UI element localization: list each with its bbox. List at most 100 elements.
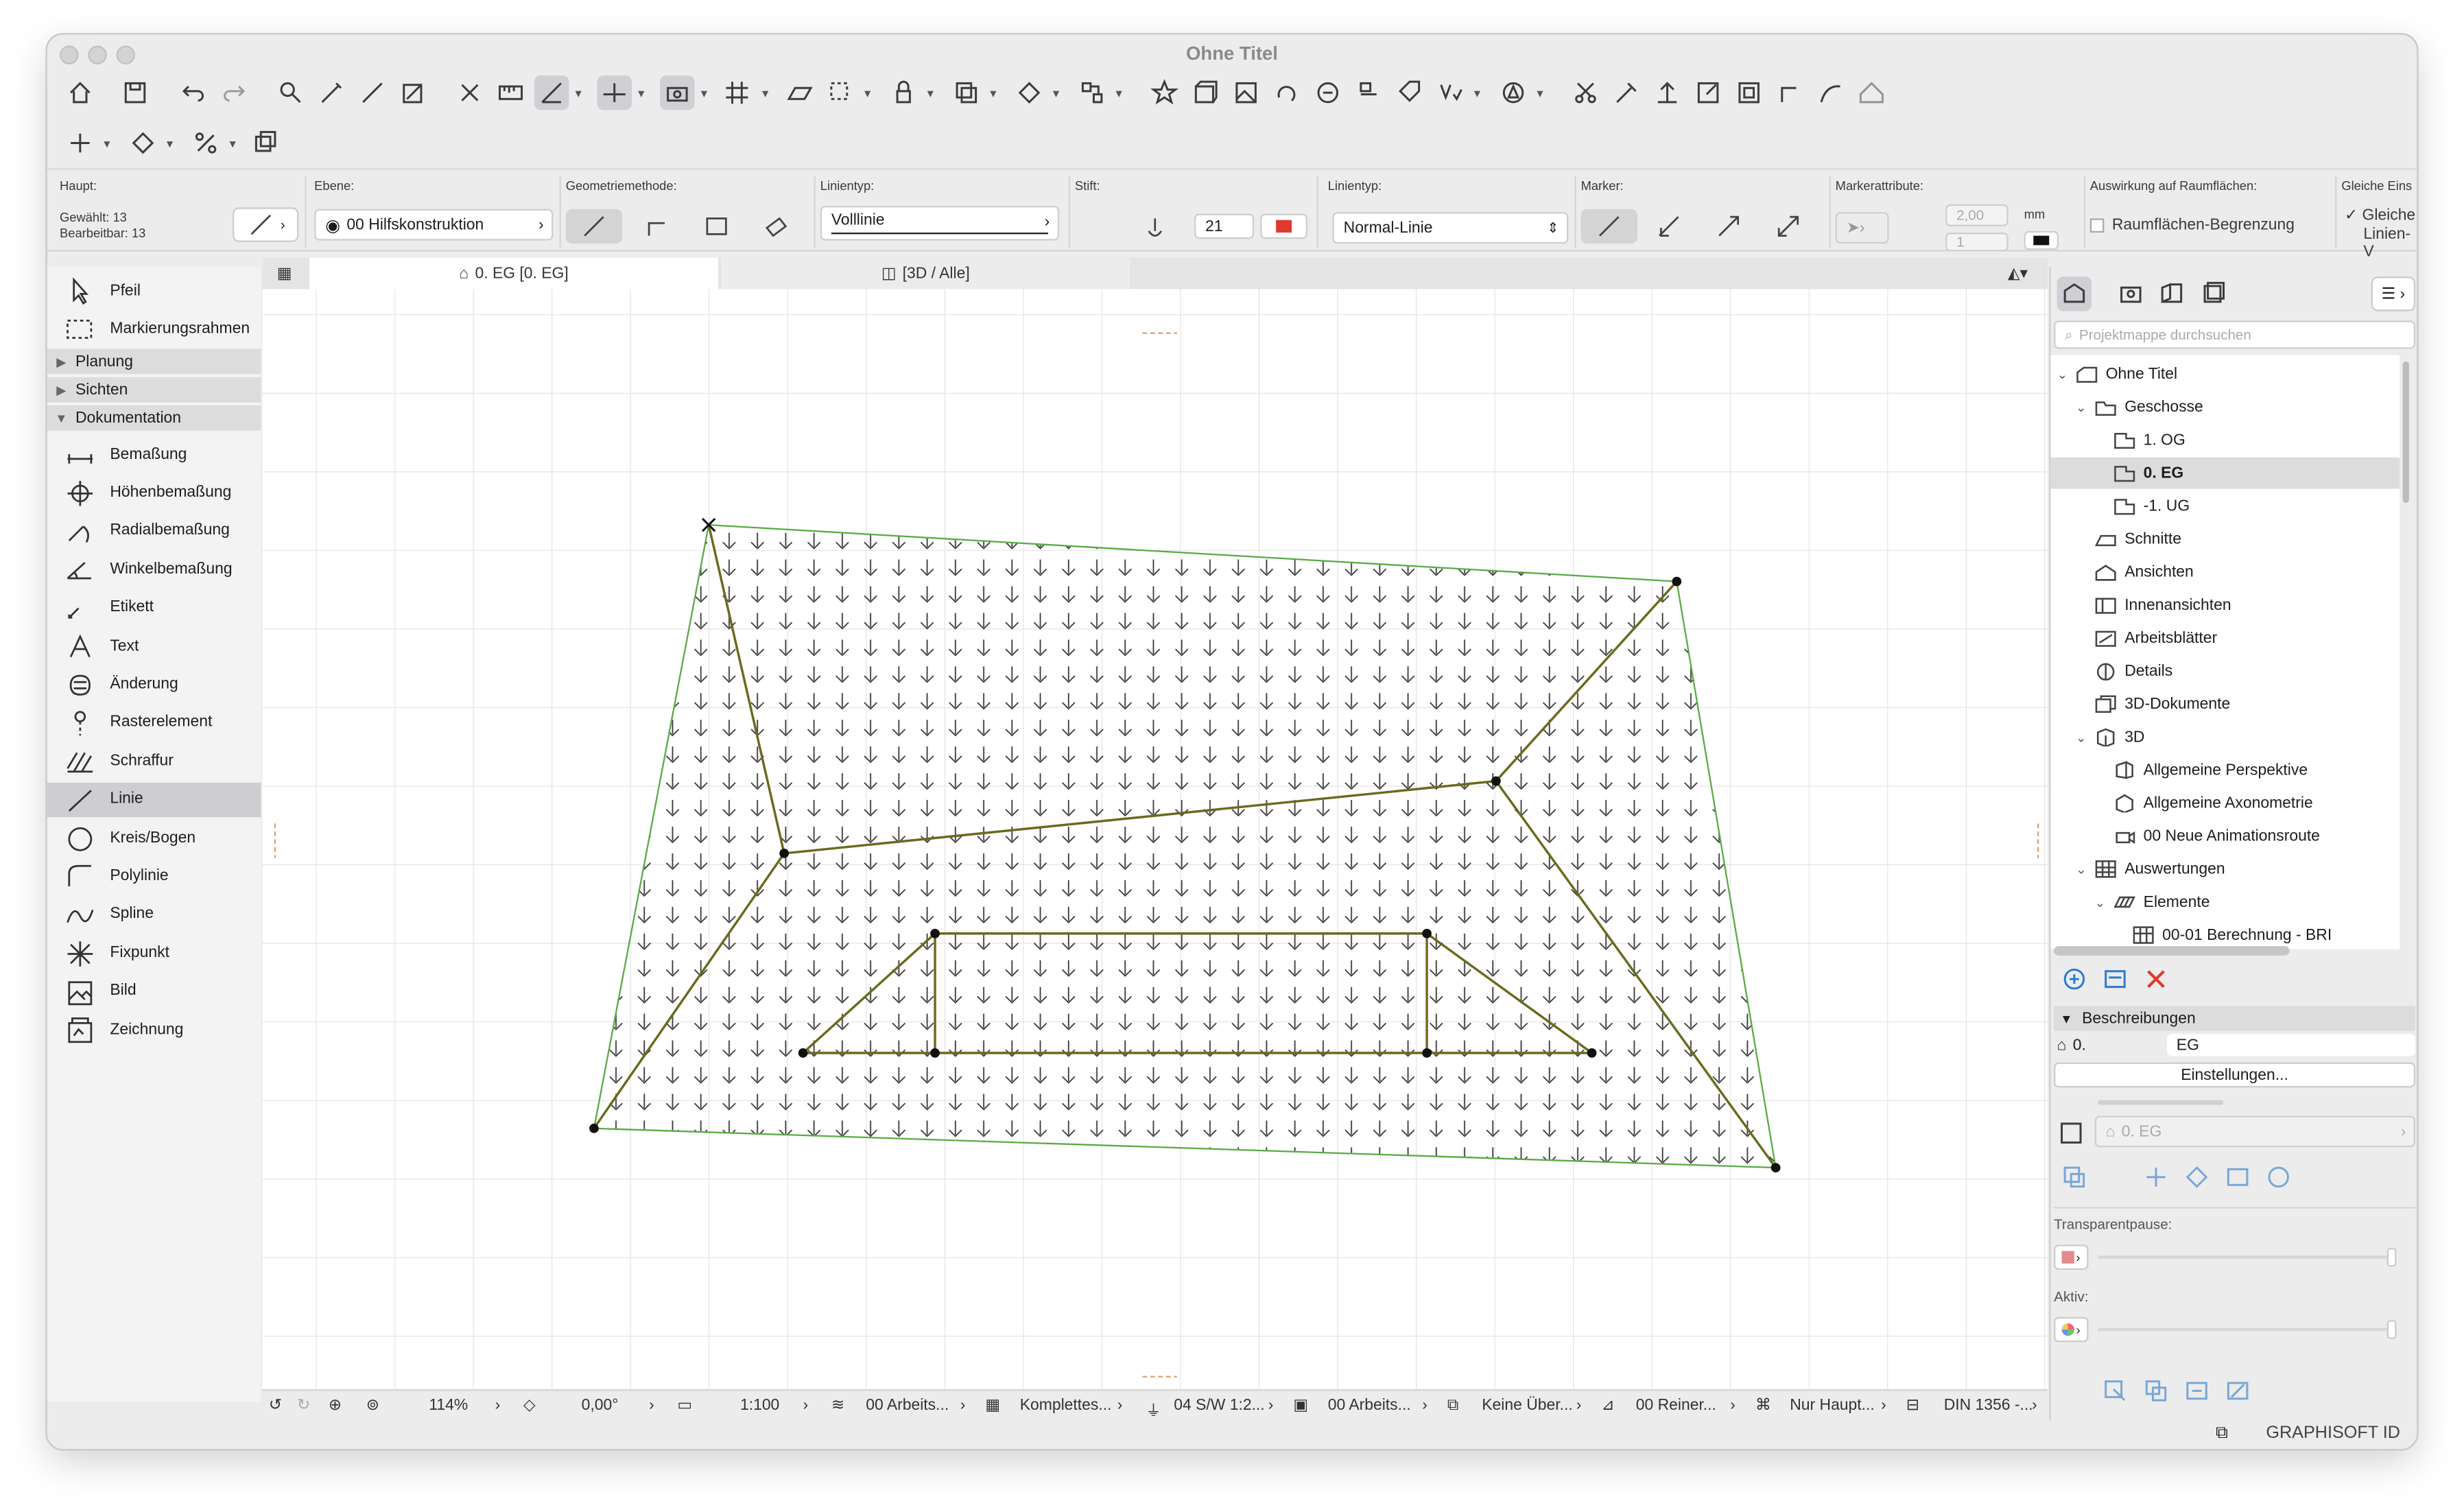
active-slider[interactable] [2098,1327,2391,1332]
chevron-down-icon[interactable]: ⌄ [2095,895,2105,910]
delete-icon[interactable] [2139,962,2173,996]
override-value[interactable]: Keine Über... [1482,1397,1572,1415]
tool-fixpunkt[interactable]: Fixpunkt [47,935,261,969]
tree-item-ansichten[interactable]: Ansichten [2051,556,2400,588]
redo-zoom-icon[interactable]: ↻ [297,1397,310,1415]
fit-window-icon[interactable]: ⊚ [366,1397,379,1415]
guide-dropdown[interactable]: ▾ [575,86,581,101]
magic-wand-icon[interactable] [396,75,430,110]
tree-item-3d-dokumente[interactable]: 3D-Dokumente [2051,688,2400,720]
active-slider-handle[interactable] [2386,1320,2397,1339]
rectangle-method-button[interactable] [688,209,744,244]
place-icon[interactable] [2139,1160,2173,1194]
lock-icon[interactable] [886,75,921,110]
image-icon[interactable] [1229,75,1263,110]
transform-icon[interactable] [126,126,160,160]
layer-select[interactable]: ◉ 00 Hilfskonstruktion › [314,209,554,241]
offset-icon[interactable] [1650,75,1684,110]
guide-lines-icon[interactable] [534,75,569,110]
order-dropdown[interactable]: ▾ [990,86,996,101]
navigator-search-input[interactable]: ⌕ Projektmappe durchsuchen [2054,320,2415,349]
single-line-method-button[interactable] [565,209,623,244]
tool-markierungsrahmen[interactable]: Markierungsrahmen [47,311,261,346]
tool-rasterelement[interactable]: Rasterelement [47,705,261,740]
marquee-dropdown[interactable]: ▾ [104,137,110,151]
inject-icon[interactable] [355,75,390,110]
percent-icon[interactable] [189,126,223,160]
view-ref-icon[interactable] [2054,1115,2088,1150]
chevron-down-icon[interactable]: ⌄ [2076,862,2086,877]
redo-icon[interactable] [217,75,251,110]
tag-icon[interactable] [1393,75,1427,110]
snap-guides-icon[interactable] [597,75,632,110]
curve-edit-icon[interactable] [1814,75,1848,110]
view-ref-field[interactable]: ⌂ 0. EG › [2094,1115,2415,1148]
transparency-slider[interactable] [2098,1255,2391,1259]
roof-plan-drawing[interactable] [262,289,2048,1390]
resize-icon[interactable] [1691,75,1725,110]
marker-start-button[interactable] [1641,209,1697,244]
teamwork-icon[interactable] [1311,75,1345,110]
snap-points-icon[interactable] [660,75,695,110]
publisher-icon[interactable] [2195,276,2229,311]
lock-dropdown[interactable]: ▾ [927,86,934,101]
transparency-slider-handle[interactable] [2386,1247,2397,1267]
tree-item-1-og[interactable]: 1. OG [2051,425,2400,456]
zoom-in-icon[interactable]: ⊕ [329,1397,342,1415]
layer-combo-value[interactable]: 00 Arbeits... [866,1397,949,1415]
tree-item-schnitte[interactable]: Schnitte [2051,523,2400,555]
story-name-input[interactable]: EG [2167,1034,2415,1056]
3d-window-icon[interactable] [1188,75,1222,110]
marker-type-select[interactable]: ➤ › [1835,212,1889,244]
display-order-icon[interactable] [949,75,984,110]
settings-button[interactable]: Einstellungen... [2054,1062,2415,1088]
solid-dropdown[interactable]: ▾ [1053,86,1059,101]
clone-icon[interactable] [2057,1160,2092,1194]
graphisoft-id[interactable]: GRAPHISOFT ID [2266,1424,2400,1442]
chevron-down-icon[interactable]: ⌄ [2076,730,2086,744]
marker-both-button[interactable] [1760,209,1816,244]
descriptions-header[interactable]: ▼ Beschreibungen [2054,1006,2415,1031]
tool-pfeil[interactable]: Pfeil [47,274,261,308]
trace-color-button[interactable]: › [2054,1244,2089,1270]
find-select-icon[interactable] [274,75,308,110]
tool-etikett[interactable]: Etikett [47,590,261,624]
issues-icon[interactable] [1351,75,1386,110]
linetype-select[interactable]: Volllinie › [820,206,1060,241]
panels-icon[interactable]: ⧉ [2216,1424,2228,1444]
tool-spline[interactable]: Spline [47,897,261,932]
tool-polylinie[interactable]: Polylinie [47,859,261,893]
tool-group-sichten[interactable]: ▶ Sichten [47,377,261,403]
ruler-icon[interactable] [493,75,528,110]
hotlink-icon[interactable] [1075,75,1109,110]
undo-icon[interactable] [176,75,211,110]
line-category-select[interactable]: Normal-Linie ⇕ [1332,212,1569,244]
marker-pen-swatch[interactable] [2024,231,2059,250]
rotate-view-icon[interactable] [1270,75,1304,110]
layout-book-icon[interactable] [2155,276,2189,311]
tree-item-innenansichten[interactable]: Innenansichten [2051,589,2400,621]
tree-item-allgemeine-perspektive[interactable]: Allgemeine Perspektive [2051,755,2400,786]
marker-size-input[interactable]: 2,00 [1945,204,2009,226]
tree-horizontal-scrollbar[interactable] [2054,946,2290,956]
tree-item-3d[interactable]: ⌄ 3D [2051,721,2400,753]
marker-none-button[interactable] [1580,209,1638,244]
tool-bemassung[interactable]: Bemaßung [47,437,261,471]
graphic-value[interactable]: 00 Arbeits... [1328,1397,1411,1415]
transform-dropdown[interactable]: ▾ [167,137,173,151]
angle-value[interactable]: 0,00° [582,1397,619,1415]
refresh-icon[interactable] [2261,1160,2295,1194]
tab-options-icon[interactable]: ◭▾ [1991,258,2044,290]
spell-check-icon[interactable] [1433,75,1467,110]
roof-hatch[interactable] [593,523,1777,1169]
shapes-dropdown[interactable]: ▾ [1537,86,1543,101]
pen-number-input[interactable]: 21 [1194,213,1255,239]
grid-snap-icon[interactable] [720,75,754,110]
pen-color-swatch[interactable] [1260,213,1307,239]
snap-points-dropdown[interactable]: ▾ [701,86,707,101]
floor-plan-canvas[interactable] [262,289,2048,1390]
percent-dropdown[interactable]: ▾ [229,137,235,151]
tool-schraffur[interactable]: Schraffur [47,744,261,778]
edit-plane-icon[interactable] [783,75,817,110]
tree-item-allgemeine-axonometrie[interactable]: Allgemeine Axonometrie [2051,788,2400,819]
